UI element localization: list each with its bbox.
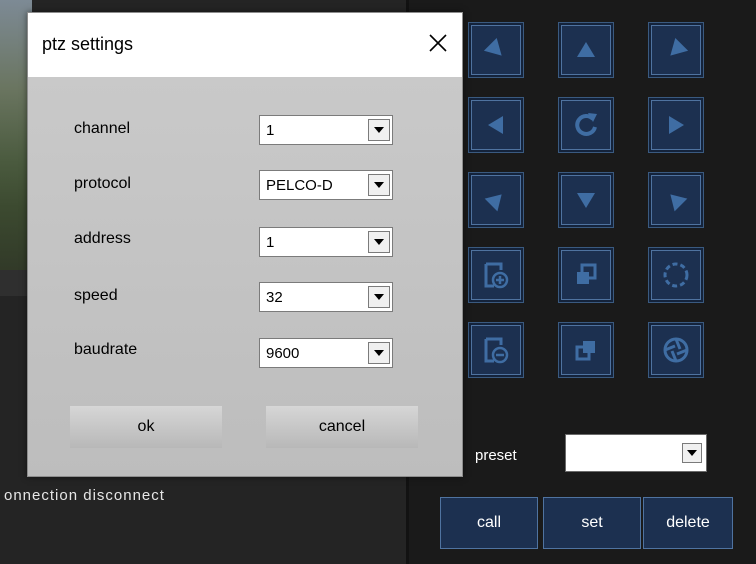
ptz-button-iris-open[interactable] [648, 247, 704, 303]
arrow-down-left-icon [670, 38, 688, 56]
dialog-title: ptz settings [42, 34, 134, 54]
iris-open-icon [663, 262, 689, 288]
arrow-up-right-icon [484, 194, 502, 212]
baudrate-value: 9600 [266, 345, 300, 362]
address-value: 1 [266, 234, 275, 251]
ptz-button-focus-far[interactable] [558, 322, 614, 378]
protocol-label: protocol [74, 175, 131, 192]
protocol-select[interactable]: PELCO-D [259, 170, 393, 200]
chevron-down-icon[interactable] [368, 119, 390, 141]
zoom-in-icon [484, 262, 509, 289]
protocol-value: PELCO-D [266, 177, 333, 194]
speed-value: 32 [266, 289, 283, 306]
focus-far-icon [575, 341, 595, 361]
ptz-button-focus-near[interactable] [558, 247, 614, 303]
channel-value: 1 [266, 122, 275, 139]
ptz-button-down-left[interactable] [648, 22, 704, 78]
chevron-down-icon[interactable] [368, 342, 390, 364]
arrow-up-icon [577, 42, 595, 57]
dialog-titlebar: ptz settings [28, 13, 462, 77]
cancel-button[interactable]: cancel [266, 406, 418, 448]
baudrate-label: baudrate [74, 341, 138, 358]
zoom-out-icon [484, 337, 509, 364]
ptz-button-right[interactable] [648, 97, 704, 153]
arrow-up-left-icon [670, 194, 688, 212]
connection-status: onnection disconnect [4, 487, 165, 504]
focus-near-icon [577, 263, 597, 284]
baudrate-select[interactable]: 9600 [259, 338, 393, 368]
preset-select[interactable] [565, 434, 707, 472]
arrow-down-right-icon [484, 38, 502, 56]
arrow-left-icon [488, 116, 503, 134]
ptz-settings-dialog: ptz settings channel 1 protocol PELCO-D … [27, 12, 463, 477]
speed-select[interactable]: 32 [259, 282, 393, 312]
delete-button[interactable]: delete [643, 497, 733, 549]
ok-button[interactable]: ok [70, 406, 222, 448]
ptz-button-down-right[interactable] [468, 22, 524, 78]
arrow-down-icon [577, 193, 595, 208]
ptz-button-left[interactable] [468, 97, 524, 153]
chevron-down-icon[interactable] [368, 174, 390, 196]
preset-label: preset [475, 447, 517, 464]
close-button[interactable] [424, 29, 452, 57]
address-label: address [74, 230, 131, 247]
ptz-button-up-right[interactable] [468, 172, 524, 228]
channel-select[interactable]: 1 [259, 115, 393, 145]
chevron-down-icon[interactable] [682, 443, 702, 463]
iris-close-icon [663, 337, 689, 363]
ptz-button-zoom-in[interactable] [468, 247, 524, 303]
rotate-icon [575, 113, 597, 136]
chevron-down-icon[interactable] [368, 231, 390, 253]
set-button[interactable]: set [543, 497, 641, 549]
arrow-right-icon [669, 116, 684, 134]
ptz-button-up-left[interactable] [648, 172, 704, 228]
ptz-button-up[interactable] [558, 22, 614, 78]
channel-label: channel [74, 120, 131, 137]
ptz-button-iris-close[interactable] [648, 322, 704, 378]
ptz-button-down[interactable] [558, 172, 614, 228]
ptz-button-zoom-out[interactable] [468, 322, 524, 378]
chevron-down-icon[interactable] [368, 286, 390, 308]
ptz-button-rotate[interactable] [558, 97, 614, 153]
close-icon [429, 34, 447, 52]
address-select[interactable]: 1 [259, 227, 393, 257]
speed-label: speed [74, 287, 118, 304]
call-button[interactable]: call [440, 497, 538, 549]
